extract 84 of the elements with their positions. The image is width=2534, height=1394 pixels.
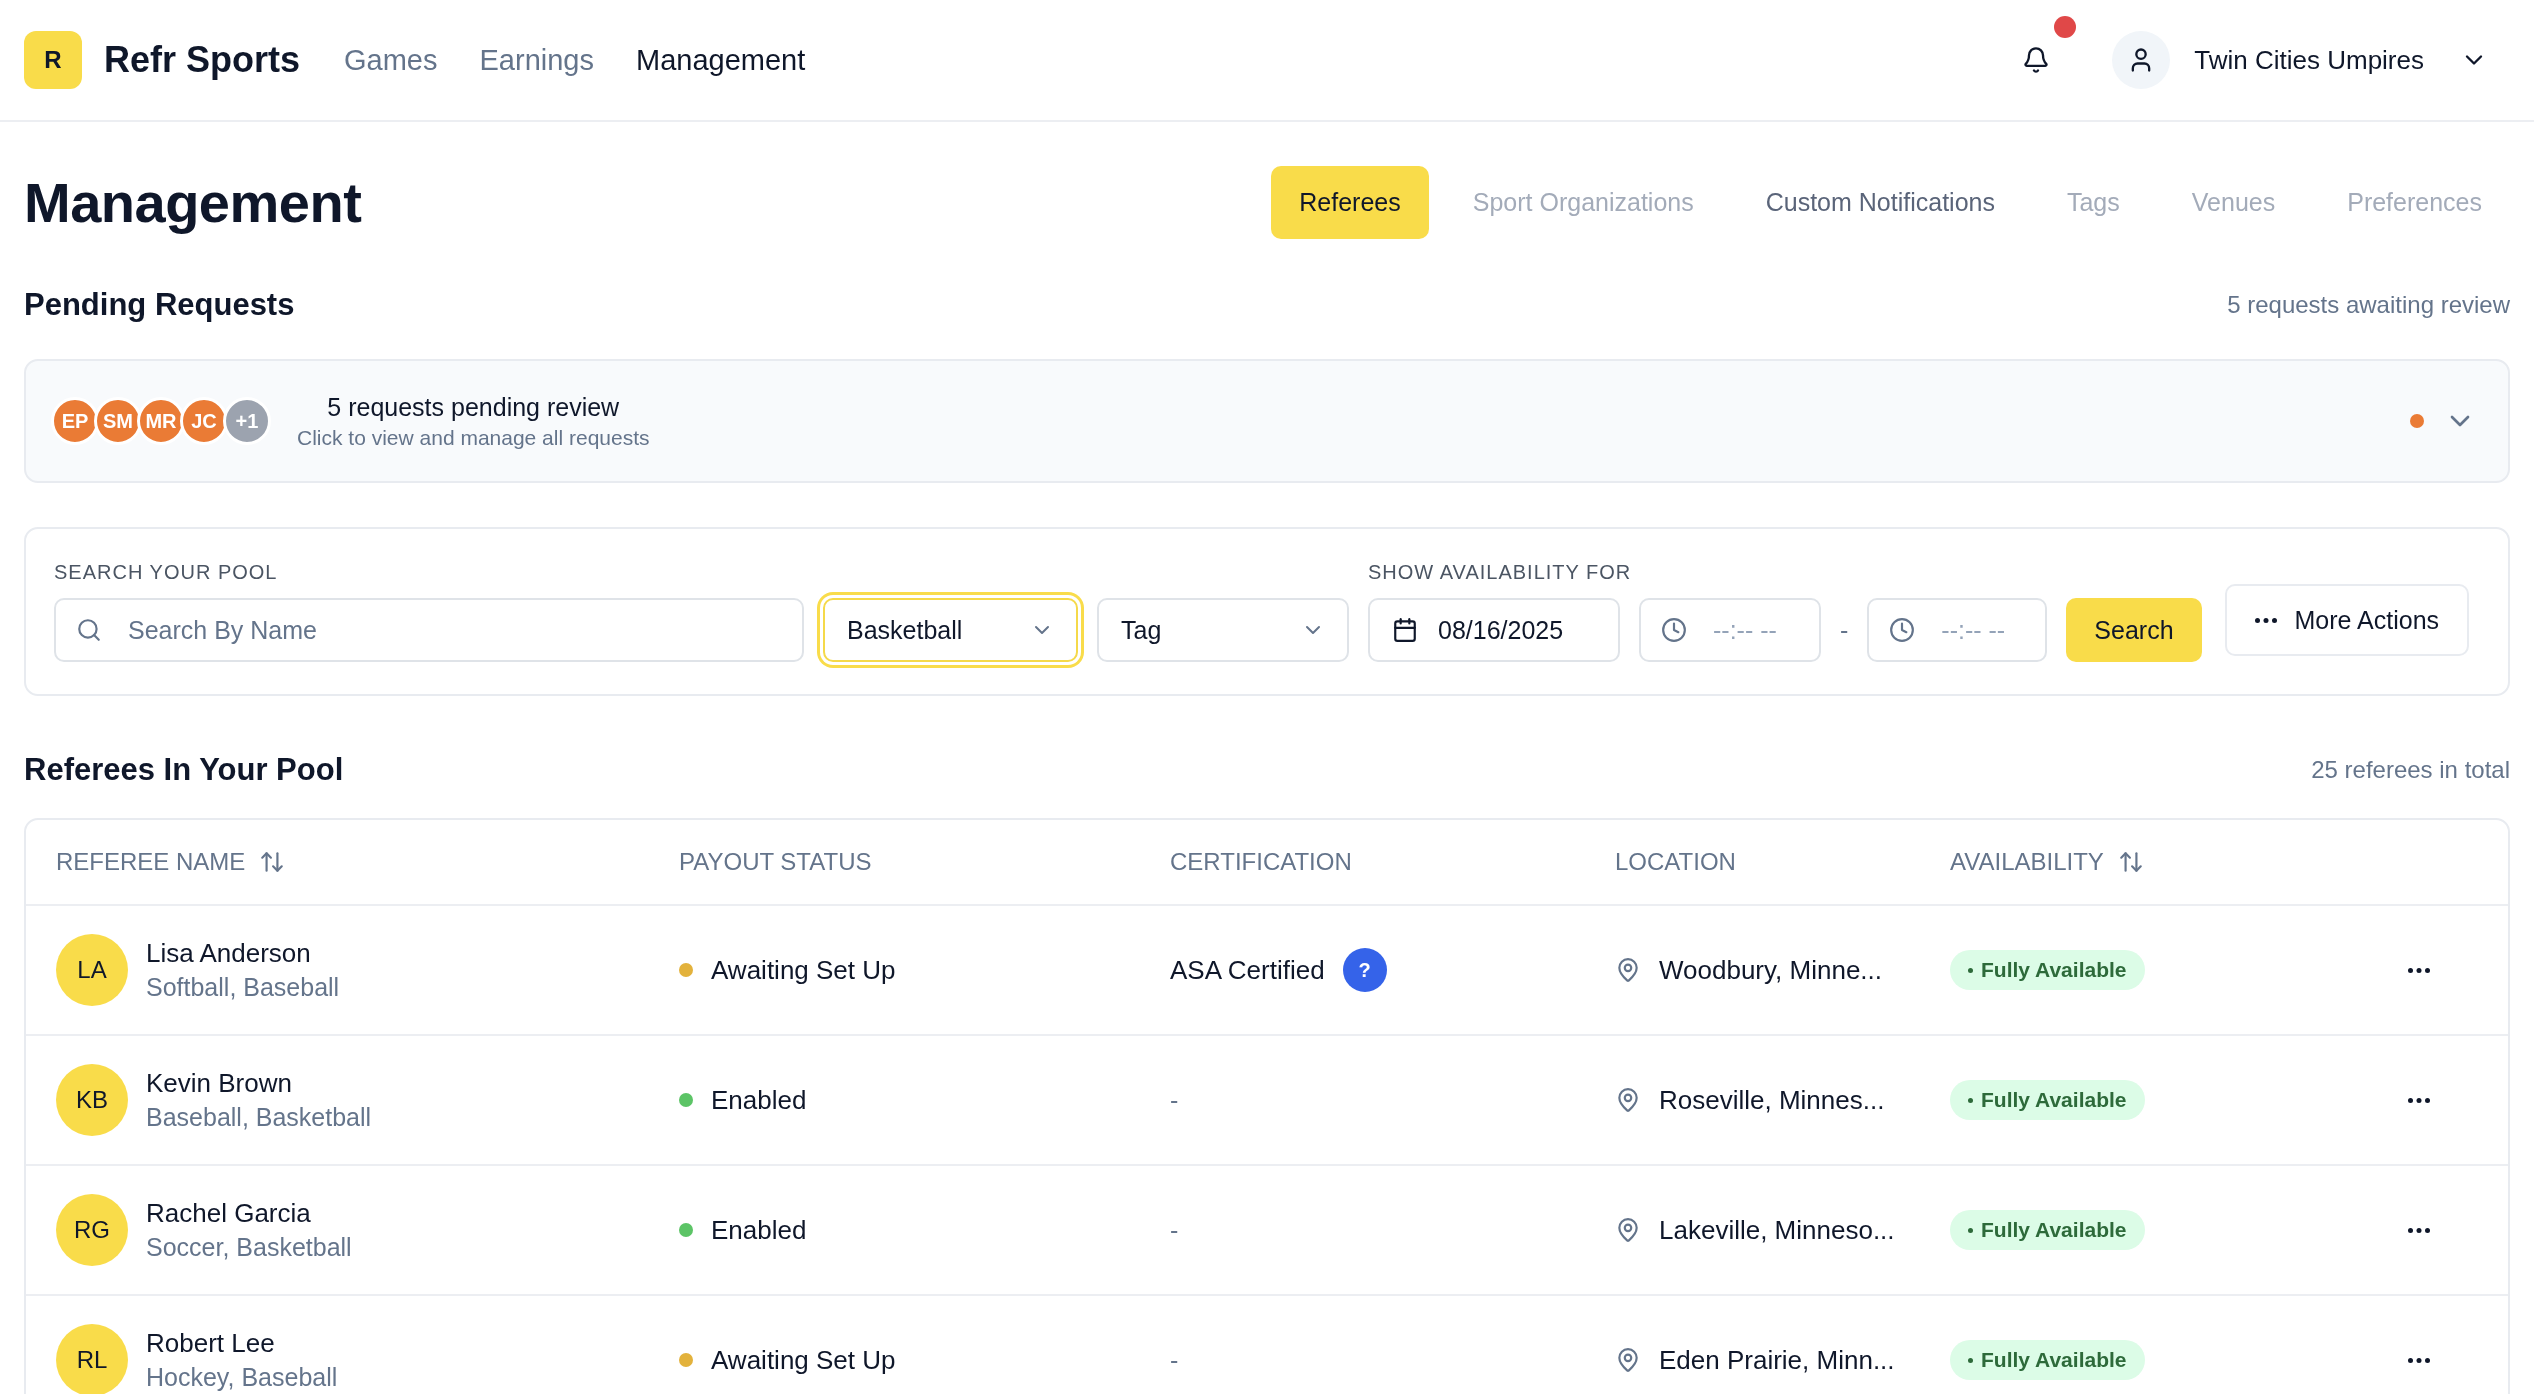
pending-hint: Click to view and manage all requests xyxy=(297,425,650,450)
ellipsis-icon xyxy=(2254,617,2277,623)
row-menu-button[interactable] xyxy=(2408,1357,2430,1363)
requester-avatar: EP xyxy=(51,397,99,445)
column-header: CERTIFICATION xyxy=(1170,848,1352,876)
availability-badge: Fully Available xyxy=(1950,950,2145,990)
column-header: LOCATION xyxy=(1615,848,1736,876)
payout-status: Enabled xyxy=(711,1084,807,1116)
clock-icon xyxy=(1889,617,1916,643)
referee-sports: Soccer, Basketball xyxy=(146,1233,352,1262)
referee-avatar: LA xyxy=(56,934,128,1006)
certification: - xyxy=(1170,1215,1179,1245)
ellipsis-icon xyxy=(2408,1227,2430,1233)
search-field[interactable]: Search By Name xyxy=(54,598,804,662)
end-time-field[interactable]: --:-- -- xyxy=(1867,598,2048,662)
start-time-field[interactable]: --:-- -- xyxy=(1639,598,1821,662)
account-menu[interactable]: Twin Cities Umpires xyxy=(2194,44,2488,76)
referee-sports: Baseball, Basketball xyxy=(146,1103,372,1132)
location-pin-icon xyxy=(1615,957,1641,983)
ellipsis-icon xyxy=(2408,1097,2430,1103)
column-header: AVAILABILITY xyxy=(1950,848,2104,876)
location: Lakeville, Minneso... xyxy=(1659,1214,1895,1246)
location-pin-icon xyxy=(1615,1087,1641,1113)
page-title: Management xyxy=(24,170,362,235)
nav-link[interactable]: Management xyxy=(636,43,806,77)
app-logo: R xyxy=(24,31,82,89)
referee-name[interactable]: Kevin Brown xyxy=(146,1068,372,1099)
column-header: PAYOUT STATUS xyxy=(679,848,872,876)
location: Woodbury, Minne... xyxy=(1659,954,1883,986)
availability-badge: Fully Available xyxy=(1950,1080,2145,1120)
row-menu-button[interactable] xyxy=(2408,967,2430,973)
section-title: Referees In Your Pool xyxy=(24,752,344,788)
nav-link[interactable]: Earnings xyxy=(479,43,594,77)
sort-icon[interactable] xyxy=(259,849,286,875)
payout-status: Awaiting Set Up xyxy=(711,1344,896,1376)
sort-icon[interactable] xyxy=(2117,849,2144,875)
column-header: REFEREE NAME xyxy=(56,848,246,876)
search-button[interactable]: Search xyxy=(2066,598,2202,662)
referee-name[interactable]: Robert Lee xyxy=(146,1328,338,1359)
referee-avatar: RG xyxy=(56,1194,128,1266)
location-pin-icon xyxy=(1615,1217,1641,1243)
row-menu-button[interactable] xyxy=(2408,1097,2430,1103)
calendar-icon xyxy=(1392,617,1418,643)
tag-select[interactable]: Tag xyxy=(1097,598,1349,662)
ellipsis-icon xyxy=(2408,1357,2430,1363)
section-title: Pending Requests xyxy=(24,287,295,323)
payout-status: Enabled xyxy=(711,1214,807,1246)
location-pin-icon xyxy=(1615,1347,1641,1373)
referee-sports: Softball, Baseball xyxy=(146,973,340,1002)
range-separator: - xyxy=(1840,615,1849,645)
clock-icon xyxy=(1661,617,1687,643)
location: Roseville, Minnes... xyxy=(1659,1084,1885,1116)
requester-avatar: SM xyxy=(94,397,142,445)
help-badge[interactable]: ? xyxy=(1342,948,1387,992)
search-icon xyxy=(76,617,102,643)
referee-name[interactable]: Lisa Anderson xyxy=(146,938,340,969)
referee-name[interactable]: Rachel Garcia xyxy=(146,1198,352,1229)
field-label: SHOW AVAILABILITY FOR xyxy=(1368,561,1633,584)
certification: - xyxy=(1170,1085,1179,1115)
certification: - xyxy=(1170,1345,1179,1375)
pending-requests-card[interactable]: EP SM MR JC +1 5 requests pending review Click to view and manage all requests xyxy=(24,359,2510,483)
payout-status: Awaiting Set Up xyxy=(711,954,896,986)
more-actions-button[interactable]: More Actions xyxy=(2224,584,2470,656)
ellipsis-icon xyxy=(2408,967,2430,973)
more-count: +1 xyxy=(223,397,271,445)
requester-avatar: JC xyxy=(180,397,228,445)
referee-count: 25 referees in total xyxy=(2311,756,2510,784)
brand-name: Refr Sports xyxy=(104,39,301,81)
requester-avatar: MR xyxy=(137,397,185,445)
availability-badge: Fully Available xyxy=(1950,1340,2145,1380)
nav-link[interactable]: Games xyxy=(344,43,438,77)
pending-headline: 5 requests pending review xyxy=(327,392,620,422)
tab[interactable]: Custom Notifications xyxy=(1737,166,2023,239)
referee-avatar: KB xyxy=(56,1064,128,1136)
certification: ASA Certified xyxy=(1170,954,1325,986)
row-menu-button[interactable] xyxy=(2408,1227,2430,1233)
field-label: SEARCH YOUR POOL xyxy=(54,561,279,584)
referee-avatar: RL xyxy=(56,1324,128,1394)
location: Eden Prairie, Minn... xyxy=(1659,1344,1895,1376)
availability-badge: Fully Available xyxy=(1950,1210,2145,1250)
requests-summary: 5 requests awaiting review xyxy=(2227,291,2510,319)
referee-sports: Hockey, Baseball xyxy=(146,1363,338,1392)
date-field[interactable]: 08/16/2025 xyxy=(1368,598,1620,662)
tab[interactable]: Referees xyxy=(1271,166,1429,239)
